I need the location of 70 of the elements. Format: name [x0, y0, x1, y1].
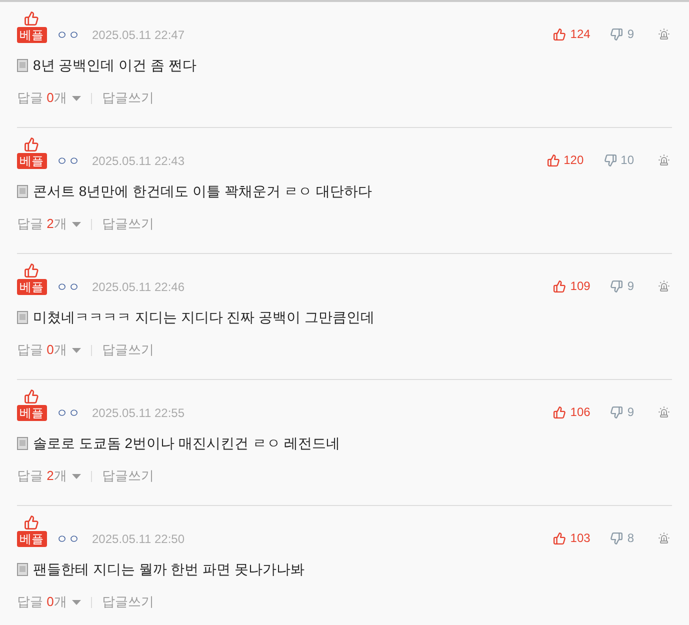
- dislike-button[interactable]: 9: [610, 403, 634, 421]
- best-badge: 베플: [16, 279, 46, 295]
- report-icon[interactable]: [658, 532, 670, 544]
- thumbs-up-icon: [553, 532, 566, 544]
- document-icon: [17, 184, 28, 198]
- comment-date: 2025.05.11 22:55: [92, 405, 185, 421]
- document-icon: [17, 436, 28, 450]
- like-button[interactable]: 124: [553, 25, 590, 43]
- report-icon[interactable]: [658, 406, 670, 418]
- comment-text: 미쳤네ㅋㅋㅋㅋ 지디는 지디다 진짜 공백이 그만큼인데: [33, 308, 374, 326]
- reply-count-button[interactable]: 답글 0개: [17, 593, 81, 611]
- caret-icon: [72, 474, 81, 478]
- caret-icon: [72, 348, 81, 352]
- thumbs-up-icon: [24, 515, 39, 530]
- reply-count-button[interactable]: 답글 2개: [17, 467, 81, 485]
- thumbs-up-icon: [553, 28, 566, 40]
- author-name: ㅇㅇ: [56, 405, 80, 421]
- thumbs-up-icon: [553, 280, 566, 292]
- thumbs-up-icon: [546, 154, 560, 166]
- report-icon[interactable]: [658, 28, 670, 40]
- report-icon[interactable]: [658, 154, 670, 166]
- best-badge: 베플: [16, 153, 46, 169]
- thumbs-up-icon: [24, 389, 39, 404]
- comment-text: 콘서트 8년만에 한건데도 이틀 꽉채운거 ㄹㅇ 대단하다: [33, 182, 372, 200]
- reply-count-button[interactable]: 답글 0개: [17, 89, 81, 107]
- like-button[interactable]: 106: [553, 403, 590, 421]
- best-badge: 베플: [16, 405, 46, 421]
- write-reply-link[interactable]: 답글쓰기: [102, 215, 154, 233]
- thumbs-up-icon: [553, 406, 566, 418]
- comment-date: 2025.05.11 22:47: [92, 27, 185, 43]
- thumbs-down-icon: [610, 532, 624, 544]
- like-button[interactable]: 120: [546, 151, 584, 169]
- write-reply-link[interactable]: 답글쓰기: [102, 89, 154, 107]
- document-icon: [17, 310, 28, 324]
- write-reply-link[interactable]: 답글쓰기: [102, 467, 154, 485]
- caret-icon: [72, 96, 81, 100]
- caret-icon: [72, 222, 81, 226]
- comment-text: 팬들한테 지디는 뭘까 한번 파면 못나가나봐: [33, 560, 304, 578]
- like-button[interactable]: 103: [553, 529, 590, 547]
- dislike-button[interactable]: 10: [604, 151, 634, 169]
- document-icon: [17, 58, 28, 72]
- document-icon: [17, 562, 28, 576]
- comment-date: 2025.05.11 22:43: [92, 153, 185, 169]
- thumbs-up-icon: [24, 137, 39, 152]
- thumbs-up-icon: [24, 263, 39, 278]
- thumbs-up-icon: [24, 11, 39, 26]
- author-name: ㅇㅇ: [56, 153, 80, 169]
- dislike-button[interactable]: 8: [610, 529, 634, 547]
- author-name: ㅇㅇ: [56, 531, 80, 547]
- author-name: ㅇㅇ: [56, 279, 80, 295]
- write-reply-link[interactable]: 답글쓰기: [102, 341, 154, 359]
- dislike-button[interactable]: 9: [610, 277, 634, 295]
- reply-count-button[interactable]: 답글 0개: [17, 341, 81, 359]
- comment-text: 솔로로 도쿄돔 2번이나 매진시킨건 ㄹㅇ 레전드네: [33, 434, 340, 452]
- reply-count-button[interactable]: 답글 2개: [17, 215, 81, 233]
- comment-date: 2025.05.11 22:50: [92, 531, 185, 547]
- author-name: ㅇㅇ: [56, 27, 80, 43]
- report-icon[interactable]: [658, 280, 670, 292]
- thumbs-down-icon: [610, 280, 624, 292]
- write-reply-link[interactable]: 답글쓰기: [102, 593, 154, 611]
- thumbs-down-icon: [604, 154, 617, 166]
- caret-icon: [72, 600, 81, 604]
- best-badge: 베플: [16, 27, 46, 43]
- thumbs-down-icon: [610, 28, 624, 40]
- comment-text: 8년 공백인데 이건 좀 쩐다: [33, 56, 196, 74]
- best-badge: 베플: [16, 531, 46, 547]
- comment-date: 2025.05.11 22:46: [92, 279, 185, 295]
- dislike-button[interactable]: 9: [610, 25, 634, 43]
- like-button[interactable]: 109: [553, 277, 590, 295]
- thumbs-down-icon: [610, 406, 624, 418]
